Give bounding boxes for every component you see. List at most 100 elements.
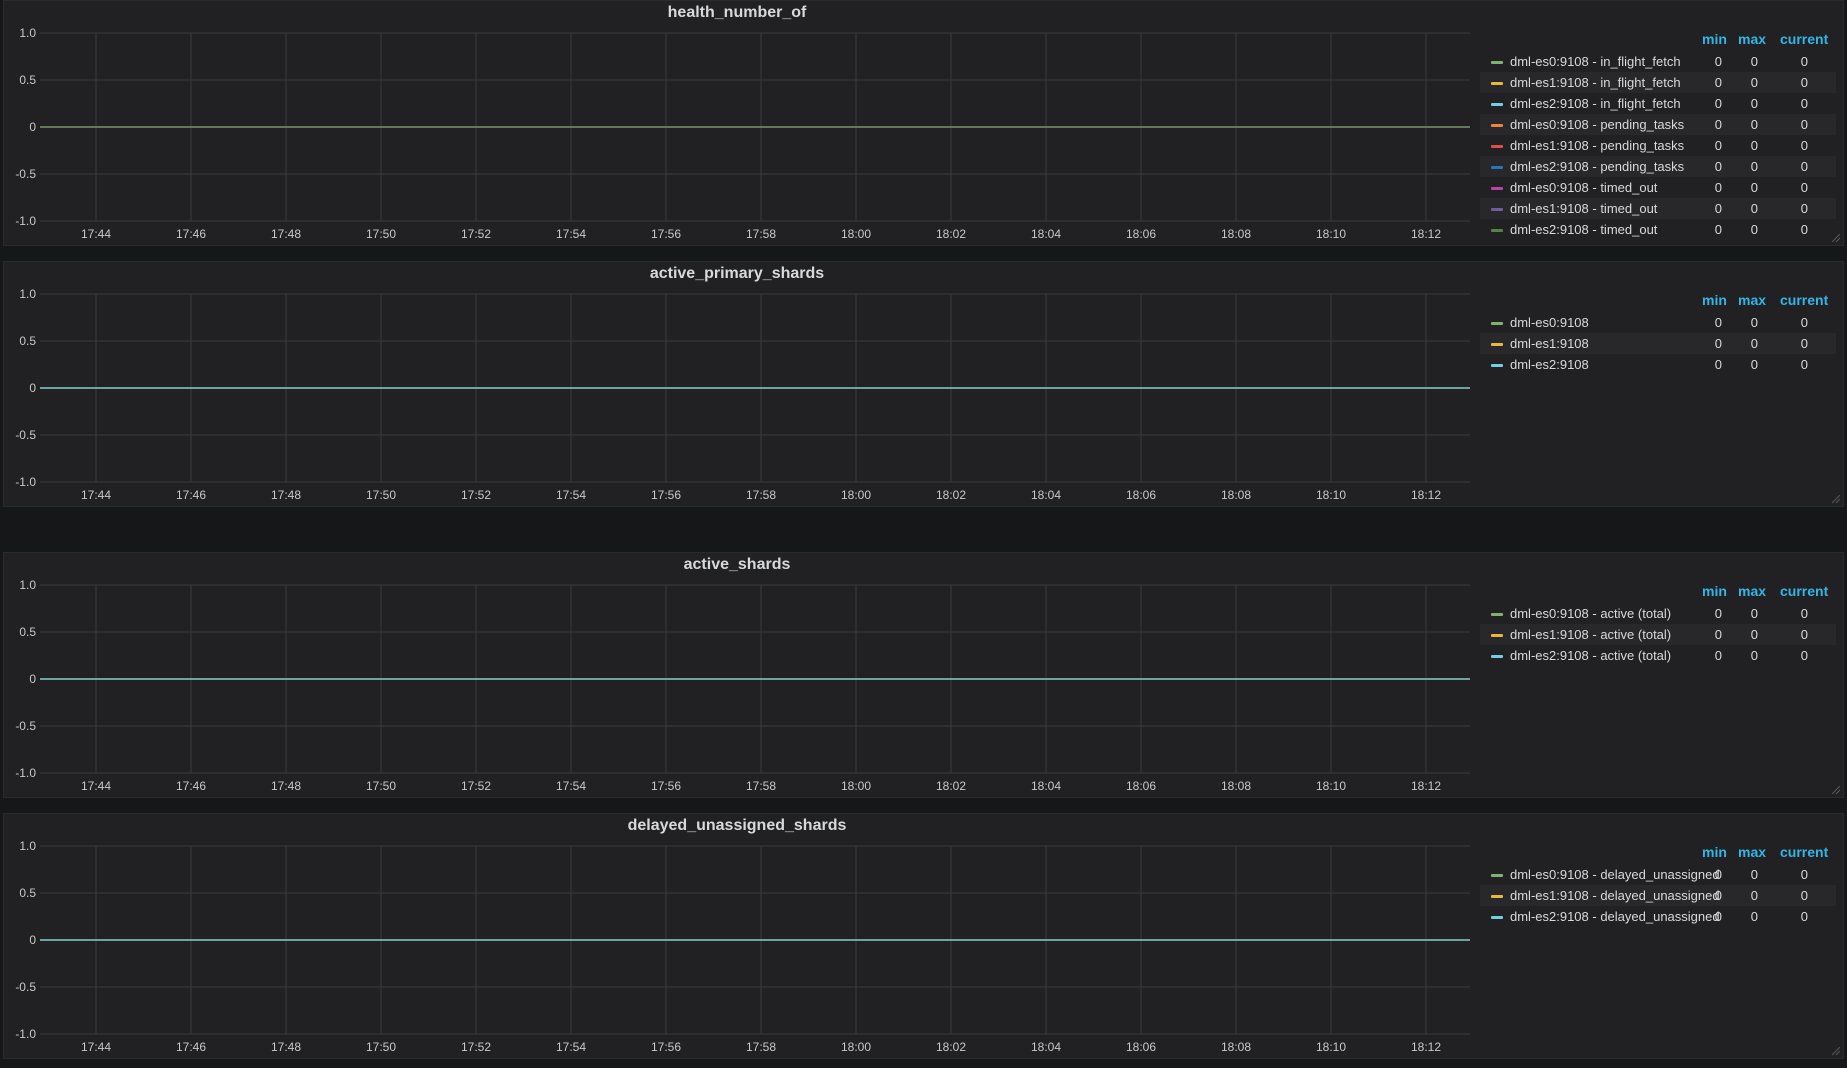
legend-swatch[interactable] <box>1491 145 1503 148</box>
legend-swatch[interactable] <box>1491 124 1503 127</box>
legend-series-name[interactable]: dml-es2:9108 - in_flight_fetch <box>1510 93 1681 114</box>
legend-value-current: 0 <box>1800 75 1808 90</box>
legend-swatch[interactable] <box>1491 613 1503 616</box>
legend-value-current: 0 <box>1800 648 1808 663</box>
legend-item[interactable]: dml-es0:9108 - delayed_unassigned 0 0 0 <box>1480 864 1836 885</box>
legend-swatch[interactable] <box>1491 322 1503 325</box>
legend-header-current[interactable]: current <box>1780 844 1828 860</box>
legend-swatch[interactable] <box>1491 103 1503 106</box>
legend-swatch[interactable] <box>1491 82 1503 85</box>
legend-value-max: 0 <box>1750 336 1758 351</box>
legend-swatch[interactable] <box>1491 166 1503 169</box>
legend-header-max[interactable]: max <box>1738 31 1766 47</box>
legend-item[interactable]: dml-es2:9108 - active (total) 0 0 0 <box>1480 645 1836 666</box>
x-tick-label: 17:44 <box>81 227 111 241</box>
resize-icon[interactable] <box>1832 495 1840 503</box>
legend-item[interactable]: dml-es0:9108 0 0 0 <box>1480 312 1836 333</box>
legend-item[interactable]: dml-es1:9108 - timed_out 0 0 0 <box>1480 198 1836 219</box>
legend-header-current[interactable]: current <box>1780 583 1828 599</box>
legend-series-name[interactable]: dml-es2:9108 - timed_out <box>1510 219 1657 240</box>
legend-header-current[interactable]: current <box>1780 292 1828 308</box>
legend-series-name[interactable]: dml-es1:9108 - delayed_unassigned <box>1510 885 1720 906</box>
x-tick-label: 17:48 <box>271 227 301 241</box>
legend-series-name[interactable]: dml-es0:9108 - in_flight_fetch <box>1510 51 1681 72</box>
legend-value-min: 0 <box>1714 75 1722 90</box>
legend-item[interactable]: dml-es0:9108 - in_flight_fetch 0 0 0 <box>1480 51 1836 72</box>
legend-item[interactable]: dml-es0:9108 - pending_tasks 0 0 0 <box>1480 114 1836 135</box>
legend-series-name[interactable]: dml-es1:9108 - timed_out <box>1510 198 1657 219</box>
legend-value-max: 0 <box>1750 180 1758 195</box>
x-tick-label: 17:54 <box>556 1040 586 1054</box>
legend-series-name[interactable]: dml-es0:9108 - active (total) <box>1510 603 1671 624</box>
legend-item[interactable]: dml-es1:9108 0 0 0 <box>1480 333 1836 354</box>
legend-item[interactable]: dml-es2:9108 0 0 0 <box>1480 354 1836 375</box>
legend-swatch[interactable] <box>1491 916 1503 919</box>
legend-swatch[interactable] <box>1491 343 1503 346</box>
legend-series-name[interactable]: dml-es1:9108 <box>1510 333 1589 354</box>
legend-series-name[interactable]: dml-es2:9108 - pending_tasks <box>1510 156 1684 177</box>
legend-header-max[interactable]: max <box>1738 583 1766 599</box>
legend-header-min[interactable]: min <box>1702 844 1727 860</box>
legend-series-name[interactable]: dml-es1:9108 - in_flight_fetch <box>1510 72 1681 93</box>
x-tick-label: 17:54 <box>556 488 586 502</box>
legend-header-max[interactable]: max <box>1738 844 1766 860</box>
legend-item[interactable]: dml-es2:9108 - in_flight_fetch 0 0 0 <box>1480 93 1836 114</box>
legend-item[interactable]: dml-es2:9108 - delayed_unassigned 0 0 0 <box>1480 906 1836 927</box>
legend-value-max: 0 <box>1750 159 1758 174</box>
legend-item[interactable]: dml-es1:9108 - delayed_unassigned 0 0 0 <box>1480 885 1836 906</box>
legend-series-name[interactable]: dml-es0:9108 - delayed_unassigned <box>1510 864 1720 885</box>
legend-swatch[interactable] <box>1491 895 1503 898</box>
legend-swatch[interactable] <box>1491 208 1503 211</box>
legend-item[interactable]: dml-es0:9108 - active (total) 0 0 0 <box>1480 603 1836 624</box>
legend-swatch[interactable] <box>1491 187 1503 190</box>
x-tick-label: 18:08 <box>1221 1040 1251 1054</box>
legend-value-max: 0 <box>1750 627 1758 642</box>
legend-value-current: 0 <box>1800 888 1808 903</box>
legend-swatch[interactable] <box>1491 634 1503 637</box>
legend-value-min: 0 <box>1714 336 1722 351</box>
legend-header-current[interactable]: current <box>1780 31 1828 47</box>
legend-value-current: 0 <box>1800 96 1808 111</box>
legend-swatch[interactable] <box>1491 61 1503 64</box>
legend-series-name[interactable]: dml-es2:9108 - delayed_unassigned <box>1510 906 1720 927</box>
x-tick-label: 18:02 <box>936 779 966 793</box>
legend-value-max: 0 <box>1750 888 1758 903</box>
y-tick-label: -1.0 <box>15 766 36 780</box>
x-tick-label: 18:12 <box>1411 488 1441 502</box>
legend-series-name[interactable]: dml-es2:9108 - active (total) <box>1510 645 1671 666</box>
legend-item[interactable]: dml-es1:9108 - in_flight_fetch 0 0 0 <box>1480 72 1836 93</box>
legend-item[interactable]: dml-es0:9108 - timed_out 0 0 0 <box>1480 177 1836 198</box>
x-tick-label: 17:52 <box>461 1040 491 1054</box>
legend-swatch[interactable] <box>1491 364 1503 367</box>
legend-series-name[interactable]: dml-es2:9108 <box>1510 354 1589 375</box>
legend-series-name[interactable]: dml-es1:9108 - active (total) <box>1510 624 1671 645</box>
legend: min max current dml-es0:9108 - delayed_unas… <box>1480 844 1836 927</box>
legend-header-min[interactable]: min <box>1702 583 1727 599</box>
y-tick-label: 0.5 <box>19 73 36 87</box>
legend-item[interactable]: dml-es2:9108 - pending_tasks 0 0 0 <box>1480 156 1836 177</box>
legend-item[interactable]: dml-es1:9108 - active (total) 0 0 0 <box>1480 624 1836 645</box>
resize-icon[interactable] <box>1832 786 1840 794</box>
line-chart: 1.0 0.5 0 -0.5 -1.0 17:44 17:46 17:48 17:50 17:52… <box>15 839 1470 1054</box>
legend-swatch[interactable] <box>1491 874 1503 877</box>
x-tick-label: 18:04 <box>1031 1040 1061 1054</box>
line-chart: 1.0 0.5 0 -0.5 -1.0 17:44 17:46 17:48 17:50 17:52… <box>15 26 1470 241</box>
y-tick-label: -1.0 <box>15 214 36 228</box>
legend-series-name[interactable]: dml-es0:9108 - timed_out <box>1510 177 1657 198</box>
legend-swatch[interactable] <box>1491 655 1503 658</box>
legend-item[interactable]: dml-es2:9108 - timed_out 0 0 0 <box>1480 219 1836 240</box>
legend-header-min[interactable]: min <box>1702 292 1727 308</box>
resize-icon[interactable] <box>1832 234 1840 242</box>
legend-series-name[interactable]: dml-es0:9108 <box>1510 312 1589 333</box>
legend-value-max: 0 <box>1750 117 1758 132</box>
legend-value-min: 0 <box>1714 180 1722 195</box>
legend-header-min[interactable]: min <box>1702 31 1727 47</box>
x-tick-label: 18:02 <box>936 1040 966 1054</box>
legend-item[interactable]: dml-es1:9108 - pending_tasks 0 0 0 <box>1480 135 1836 156</box>
y-tick-label: 0 <box>29 120 36 134</box>
legend-swatch[interactable] <box>1491 229 1503 232</box>
legend-series-name[interactable]: dml-es1:9108 - pending_tasks <box>1510 135 1684 156</box>
legend-header-max[interactable]: max <box>1738 292 1766 308</box>
resize-icon[interactable] <box>1832 1047 1840 1055</box>
legend-series-name[interactable]: dml-es0:9108 - pending_tasks <box>1510 114 1684 135</box>
